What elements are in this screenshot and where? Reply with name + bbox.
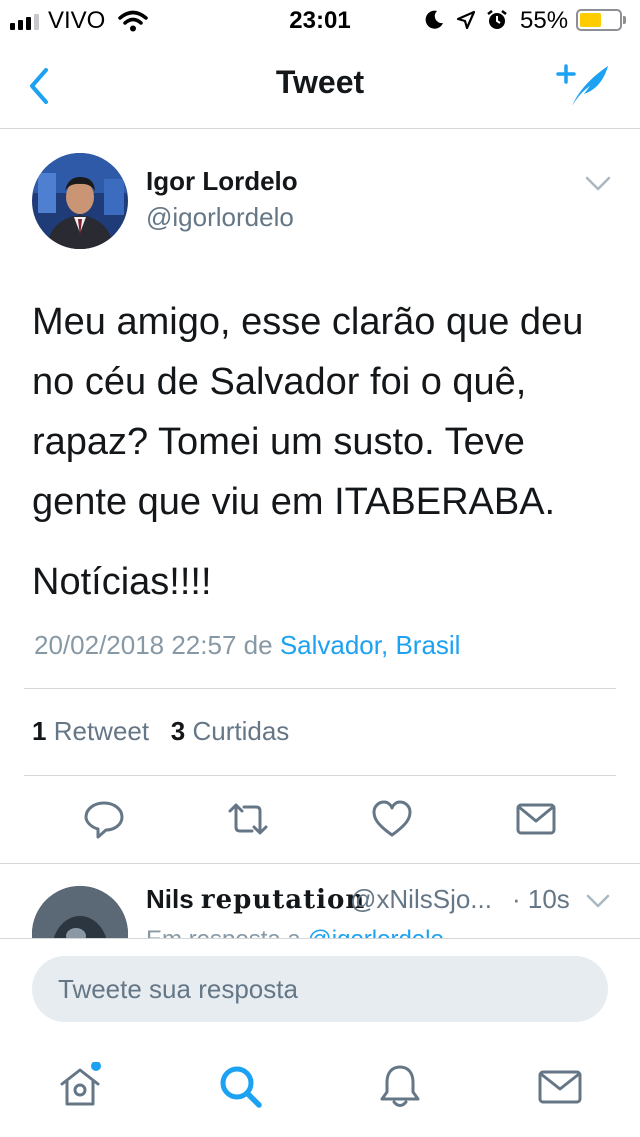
reply-context: Em resposta a @igorlordelo: [146, 926, 444, 938]
reply-context-mention[interactable]: @igorlordelo: [307, 926, 443, 938]
chevron-down-icon[interactable]: [584, 174, 612, 194]
retweets-stat[interactable]: 1 Retweet: [32, 716, 149, 746]
page-title: Tweet: [275, 64, 365, 100]
reply-author-handle[interactable]: @xNilsSjo...: [350, 884, 492, 915]
likes-stat[interactable]: 3 Curtidas: [171, 716, 290, 746]
retweet-label: Retweet: [53, 716, 150, 746]
tweet-timestamp: 20/02/2018 22:57: [34, 630, 237, 660]
reply-name-styled: reputation: [200, 885, 366, 915]
stats-divider: [24, 775, 616, 776]
location-arrow-icon: [456, 10, 476, 30]
reply-input[interactable]: [32, 956, 608, 1022]
alarm-icon: [487, 10, 507, 29]
battery-icon: [576, 9, 622, 31]
compose-tweet-icon[interactable]: [556, 60, 612, 110]
like-count: 3: [170, 716, 186, 746]
meta-divider: [24, 688, 616, 689]
tweet-paragraph: Notícias!!!!: [32, 561, 212, 603]
author-handle[interactable]: @igorlordelo: [146, 202, 294, 233]
from-label: de: [243, 630, 273, 660]
reply-context-prefix: Em resposta a: [146, 926, 301, 938]
reply-icon[interactable]: [82, 797, 126, 841]
tweet-text: Meu amigo, esse clarão que deu no céu de…: [32, 292, 612, 632]
chevron-down-icon[interactable]: [586, 892, 610, 910]
tweet-stats: 1 Retweet 3 Curtidas: [32, 716, 289, 747]
retweet-icon[interactable]: [226, 797, 270, 841]
like-icon[interactable]: [370, 797, 414, 841]
retweet-count: 1: [32, 716, 47, 746]
notifications-icon[interactable]: [376, 1062, 424, 1110]
tweet-paragraph: Meu amigo, esse clarão que deu no céu de…: [32, 301, 584, 523]
header-divider: [0, 128, 640, 129]
location-link[interactable]: Salvador, Brasil: [280, 630, 461, 660]
messages-icon[interactable]: [536, 1062, 584, 1110]
status-bar: VIVO 23:01 55%: [0, 0, 640, 40]
direct-message-icon[interactable]: [514, 797, 558, 841]
home-icon[interactable]: [56, 1062, 104, 1110]
profile-photo: [32, 153, 128, 249]
tweet-meta: 20/02/2018 22:57 de Salvador, Brasil: [34, 630, 460, 661]
do-not-disturb-icon: [425, 10, 443, 29]
search-icon[interactable]: [216, 1062, 264, 1110]
battery-percentage: 55%: [520, 7, 569, 34]
author-name[interactable]: Igor Lordelo: [146, 166, 298, 197]
battery-tip: [623, 16, 626, 24]
avatar[interactable]: [32, 153, 128, 249]
reply-author-name[interactable]: Nils reputation: [146, 884, 365, 915]
reply-name-text: Nils: [146, 884, 194, 914]
like-label: Curtidas: [192, 716, 290, 746]
actions-divider: [0, 863, 640, 864]
reply-timestamp: · 10s: [512, 884, 570, 914]
